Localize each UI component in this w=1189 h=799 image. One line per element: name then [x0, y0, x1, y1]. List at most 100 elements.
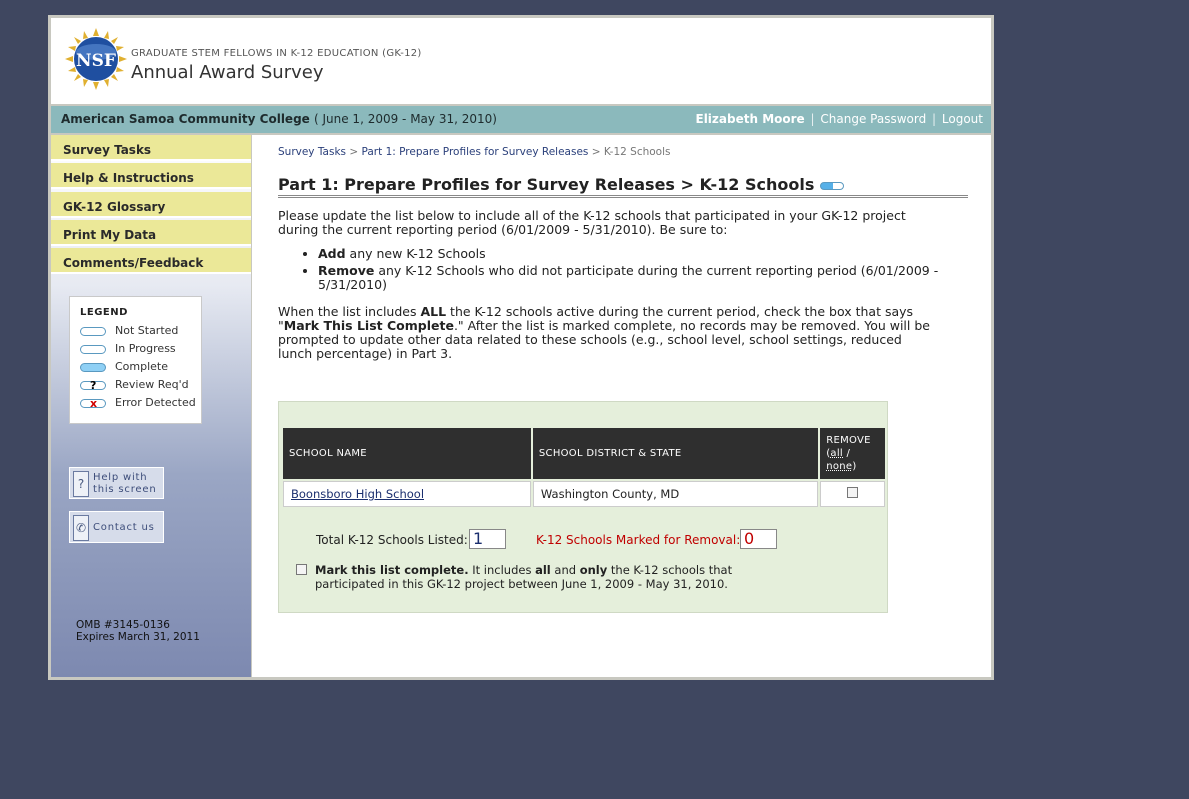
nav-survey-tasks[interactable]: Survey Tasks [51, 135, 251, 161]
review-mark: ? [90, 379, 97, 392]
nav-comments-feedback[interactable]: Comments/Feedback [51, 248, 251, 274]
help-button[interactable]: ? Help with this screen [69, 467, 164, 499]
omb-expiry: Expires March 31, 2011 [76, 631, 200, 643]
logo-text: NSF [76, 51, 116, 71]
complete-bold: all [535, 563, 551, 577]
complete-icon [80, 363, 106, 372]
in-progress-icon [820, 181, 845, 190]
mark-complete-label: Mark this list complete. It includes all… [315, 563, 765, 591]
list-item: Add any new K-12 Schools [318, 247, 958, 261]
page-title-text: Part 1: Prepare Profiles for Survey Rele… [278, 175, 815, 194]
sidebar: Survey Tasks Help & Instructions GK-12 G… [51, 135, 252, 677]
col-district-state: SCHOOL DISTRICT & STATE [532, 428, 819, 479]
complete-text: It includes [468, 563, 536, 577]
legend-label: Not Started [115, 324, 179, 337]
not-started-icon [80, 327, 106, 336]
error-icon: x [80, 397, 106, 410]
breadcrumb: Survey Tasks > Part 1: Prepare Profiles … [278, 146, 671, 158]
user-name: Elizabeth Moore [695, 112, 805, 126]
info-bar: American Samoa Community College ( June … [51, 106, 991, 135]
removal-label: K-12 Schools Marked for Removal: [536, 533, 741, 547]
schools-panel: SCHOOL NAME SCHOOL DISTRICT & STATE REMO… [278, 401, 888, 613]
page-frame: NSF GRADUATE STEM FELLOWS IN K-12 EDUCAT… [48, 15, 994, 680]
legend-complete: Complete [80, 360, 200, 374]
legend-in-progress: In Progress [80, 342, 200, 356]
nav-help-instructions[interactable]: Help & Instructions [51, 163, 251, 189]
survey-title: Annual Award Survey [131, 62, 324, 83]
omb-notice: OMB #3145-0136 Expires March 31, 2011 [76, 619, 200, 643]
breadcrumb-separator: > [591, 146, 601, 158]
complete-bold: Mark this list complete. [315, 563, 469, 577]
help-line: Help with [93, 472, 148, 483]
breadcrumb-separator: > [349, 146, 359, 158]
complete-bold: only [579, 563, 608, 577]
legend-error: x Error Detected [80, 396, 200, 410]
instr-bold: ALL [420, 304, 447, 319]
bullet-text: any new K-12 Schools [345, 246, 486, 261]
intro-text: Please update the list below to include … [278, 208, 906, 237]
remove-checkbox[interactable] [847, 487, 859, 498]
status-legend: LEGEND Not Started In Progress Complete … [69, 296, 202, 424]
error-mark: x [90, 397, 98, 410]
reporting-period: ( June 1, 2009 - May 31, 2010) [313, 112, 497, 126]
separator: | [810, 112, 815, 126]
schools-table: SCHOOL NAME SCHOOL DISTRICT & STATE REMO… [281, 426, 887, 509]
phone-icon: ✆ [73, 515, 89, 541]
breadcrumb-survey-tasks[interactable]: Survey Tasks [278, 146, 346, 158]
review-icon: ? [80, 379, 106, 392]
select-none-link[interactable]: none [826, 461, 852, 472]
legend-label: In Progress [115, 342, 176, 355]
bullet-bold: Remove [318, 263, 375, 278]
col-school-name: SCHOOL NAME [283, 428, 531, 479]
header: NSF GRADUATE STEM FELLOWS IN K-12 EDUCAT… [51, 18, 991, 106]
instruction-list: Add any new K-12 Schools Remove any K-12… [278, 247, 958, 295]
breadcrumb-current: K-12 Schools [603, 146, 671, 158]
bullet-text: any K-12 Schools who did not participate… [318, 263, 939, 292]
help-label: Help with this screen [93, 472, 156, 496]
district-cell: Washington County, MD [532, 481, 819, 507]
legend-label: Review Req'd [115, 378, 189, 391]
legend-review: ? Review Req'd [80, 378, 200, 392]
contact-label: Contact us [93, 522, 155, 533]
select-all-link[interactable]: all [830, 448, 843, 459]
list-item: Remove any K-12 Schools who did not part… [318, 264, 958, 292]
instr-bold: Mark This List Complete [283, 318, 454, 333]
user-links: Elizabeth Moore | Change Password | Logo… [696, 112, 984, 126]
legend-label: Error Detected [115, 396, 196, 409]
program-name: GRADUATE STEM FELLOWS IN K-12 EDUCATION … [131, 48, 422, 59]
institution: American Samoa Community College ( June … [61, 112, 497, 126]
page-title: Part 1: Prepare Profiles for Survey Rele… [278, 175, 968, 198]
breadcrumb-part1[interactable]: Part 1: Prepare Profiles for Survey Rele… [362, 146, 589, 158]
bullet-bold: Add [318, 246, 346, 261]
nav-glossary[interactable]: GK-12 Glossary [51, 192, 251, 218]
complete-text: and [550, 563, 580, 577]
col-remove: REMOVE (all / none) [820, 428, 885, 479]
institution-name: American Samoa Community College [61, 112, 310, 126]
legend-label: Complete [115, 360, 169, 373]
table-header-row: SCHOOL NAME SCHOOL DISTRICT & STATE REMO… [283, 428, 885, 479]
school-name-cell: Boonsboro High School [283, 481, 531, 507]
logout-link[interactable]: Logout [942, 112, 983, 126]
school-link[interactable]: Boonsboro High School [291, 487, 424, 501]
total-listed-field: 1 [469, 529, 506, 549]
completion-instructions: When the list includes ALL the K-12 scho… [278, 305, 938, 361]
help-line: this screen [93, 484, 157, 495]
separator: | [932, 112, 937, 126]
total-listed-label: Total K-12 Schools Listed: [316, 533, 468, 547]
remove-cell [820, 481, 885, 507]
legend-title: LEGEND [80, 307, 128, 318]
removal-count-field: 0 [740, 529, 777, 549]
contact-button[interactable]: ✆ Contact us [69, 511, 164, 543]
omb-number: OMB #3145-0136 [76, 619, 170, 631]
help-icon: ? [73, 471, 89, 497]
legend-not-started: Not Started [80, 324, 200, 338]
in-progress-icon [80, 345, 106, 354]
nsf-logo: NSF [65, 28, 127, 90]
change-password-link[interactable]: Change Password [820, 112, 926, 126]
remove-label: REMOVE [826, 435, 871, 446]
instr-text: When the list includes [278, 304, 421, 319]
nav-print-data[interactable]: Print My Data [51, 220, 251, 246]
slash: / [843, 448, 851, 459]
table-row: Boonsboro High School Washington County,… [283, 481, 885, 507]
mark-complete-checkbox[interactable] [296, 564, 307, 575]
